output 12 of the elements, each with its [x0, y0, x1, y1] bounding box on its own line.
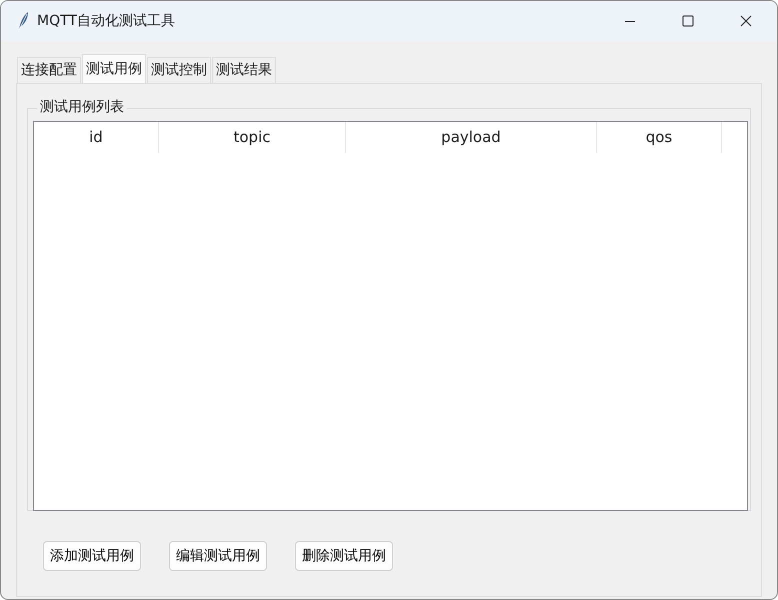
tab[interactable]: 测试控制: [147, 57, 211, 83]
close-icon: [740, 15, 752, 27]
tab[interactable]: 连接配置: [17, 57, 81, 83]
tab[interactable]: 测试用例: [82, 54, 146, 83]
tab[interactable]: 测试结果: [212, 57, 276, 83]
action-button[interactable]: 添加测试用例: [43, 541, 141, 571]
action-button[interactable]: 编辑测试用例: [169, 541, 267, 571]
window-title: MQTT自动化测试工具: [37, 12, 175, 30]
action-button[interactable]: 删除测试用例: [295, 541, 393, 571]
maximize-icon: [682, 15, 694, 27]
feather-icon: [17, 11, 29, 31]
group-title: 测试用例列表: [37, 98, 127, 116]
